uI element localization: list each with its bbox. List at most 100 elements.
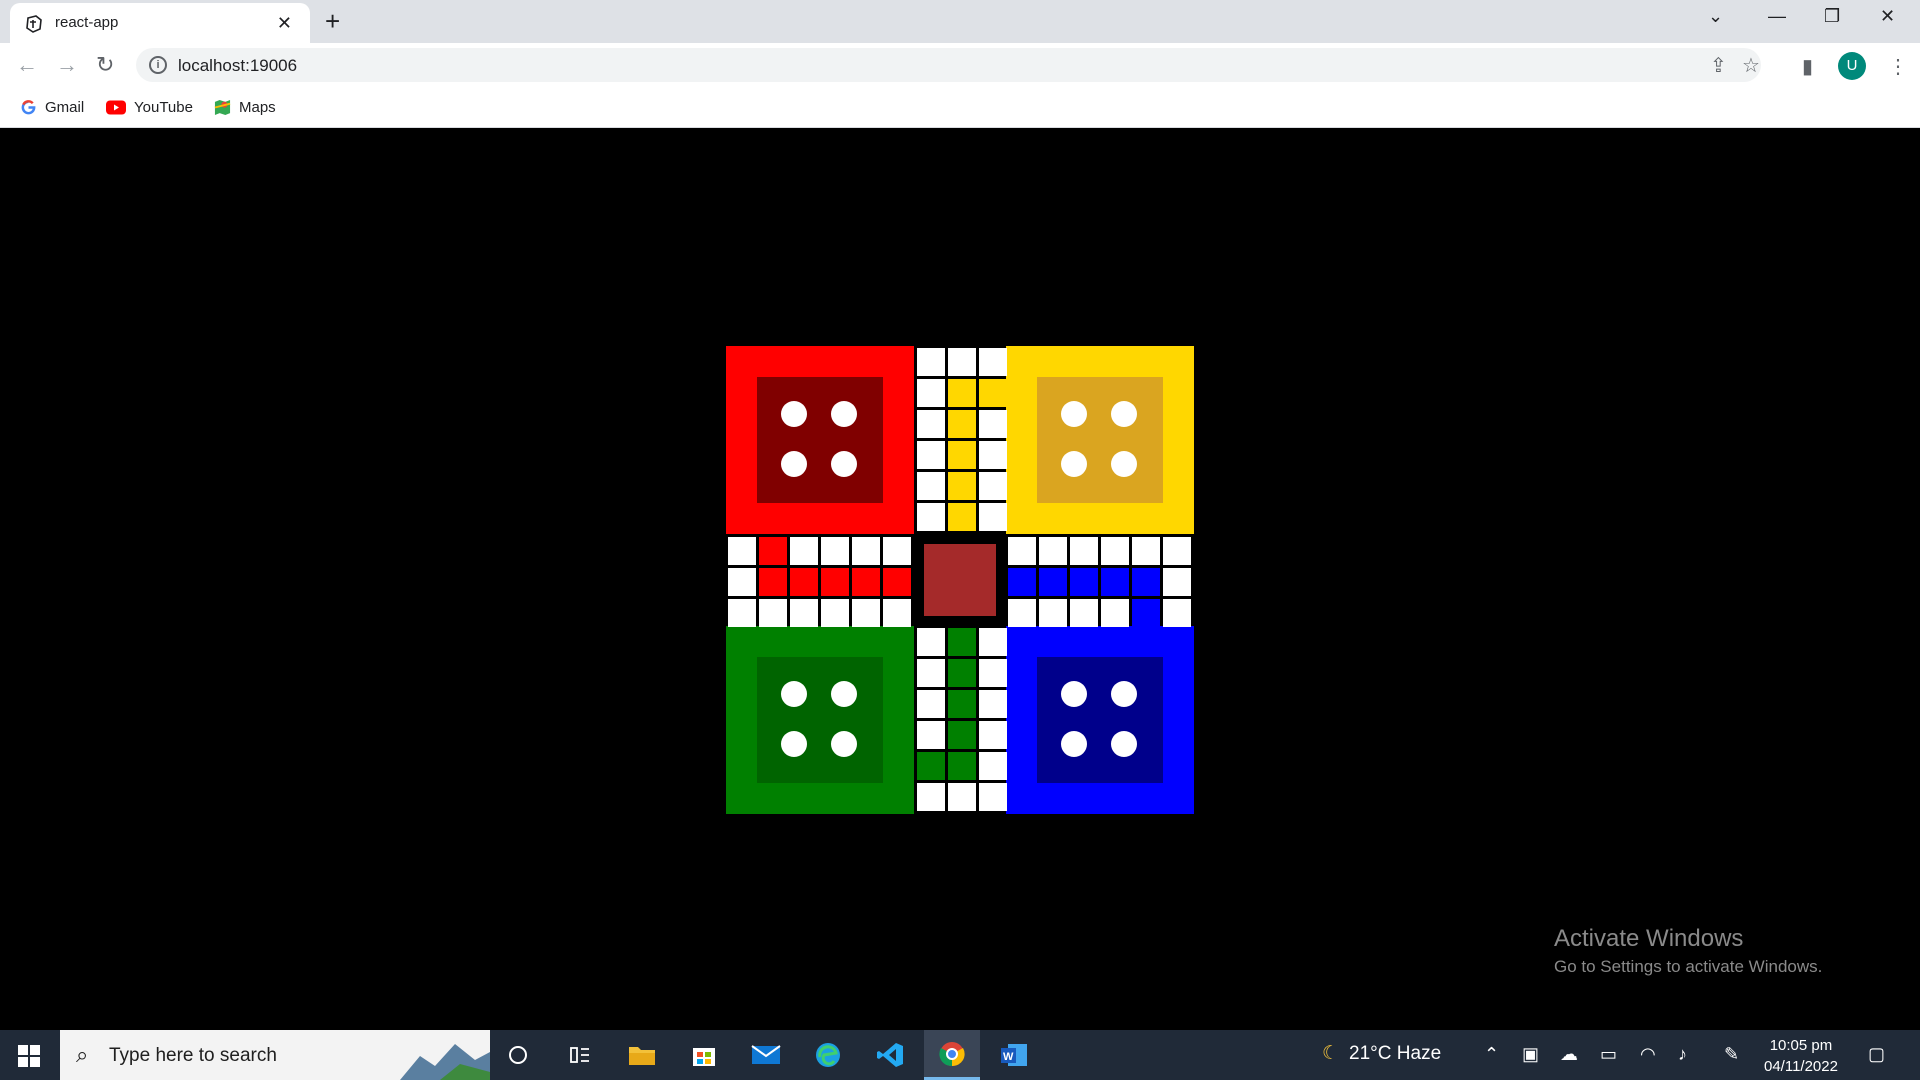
track-cell[interactable]: [979, 503, 1007, 531]
red-path-cell[interactable]: [759, 537, 787, 565]
yellow-path-cell[interactable]: [948, 441, 976, 469]
red-token[interactable]: [781, 451, 807, 477]
notifications-icon[interactable]: ▢: [1868, 1044, 1885, 1065]
green-token[interactable]: [831, 681, 857, 707]
volume-icon[interactable]: ♪: [1678, 1044, 1687, 1065]
edge-button[interactable]: [800, 1030, 856, 1080]
green-token[interactable]: [781, 681, 807, 707]
track-cell[interactable]: [917, 783, 945, 811]
track-cell[interactable]: [917, 410, 945, 438]
reload-button[interactable]: ↻: [96, 52, 114, 78]
track-cell[interactable]: [979, 472, 1007, 500]
red-token[interactable]: [781, 401, 807, 427]
forward-button[interactable]: →: [56, 52, 78, 78]
yellow-path-cell[interactable]: [979, 379, 1007, 407]
track-cell[interactable]: [979, 441, 1007, 469]
track-cell[interactable]: [1039, 599, 1067, 627]
track-cell[interactable]: [917, 690, 945, 718]
track-cell[interactable]: [948, 348, 976, 376]
share-icon[interactable]: ⇪: [1710, 53, 1727, 78]
bookmark-gmail[interactable]: Gmail: [20, 97, 84, 117]
green-path-cell[interactable]: [948, 690, 976, 718]
yellow-token[interactable]: [1111, 451, 1137, 477]
profile-avatar[interactable]: U: [1838, 52, 1866, 80]
track-cell[interactable]: [1039, 537, 1067, 565]
track-cell[interactable]: [852, 599, 880, 627]
address-bar[interactable]: i localhost:19006 ⇪ ☆: [136, 48, 1761, 82]
track-cell[interactable]: [1008, 599, 1036, 627]
green-token[interactable]: [831, 731, 857, 757]
track-cell[interactable]: [821, 537, 849, 565]
track-cell[interactable]: [979, 721, 1007, 749]
track-cell[interactable]: [917, 348, 945, 376]
track-cell[interactable]: [821, 599, 849, 627]
red-path-cell[interactable]: [852, 568, 880, 596]
track-cell[interactable]: [728, 537, 756, 565]
blue-path-cell[interactable]: [1132, 599, 1160, 627]
show-hidden-icons-chevron[interactable]: ⌃: [1484, 1044, 1499, 1065]
track-cell[interactable]: [852, 537, 880, 565]
track-cell[interactable]: [917, 721, 945, 749]
onedrive-cloud-icon[interactable]: ☁: [1560, 1044, 1578, 1065]
track-cell[interactable]: [1070, 537, 1098, 565]
track-cell[interactable]: [883, 537, 911, 565]
tab-react-app[interactable]: react-app ✕: [10, 3, 310, 43]
green-path-cell[interactable]: [917, 752, 945, 780]
system-clock[interactable]: 10:05 pm 04/11/2022: [1764, 1035, 1838, 1077]
track-cell[interactable]: [917, 472, 945, 500]
bookmark-star-icon[interactable]: ☆: [1742, 53, 1760, 78]
blue-path-cell[interactable]: [1039, 568, 1067, 596]
blue-path-cell[interactable]: [1101, 568, 1129, 596]
track-cell[interactable]: [1132, 537, 1160, 565]
red-token[interactable]: [831, 451, 857, 477]
close-window-button[interactable]: ✕: [1880, 6, 1895, 27]
yellow-token[interactable]: [1061, 451, 1087, 477]
red-path-cell[interactable]: [790, 568, 818, 596]
track-cell[interactable]: [1163, 568, 1191, 596]
bookmark-youtube[interactable]: YouTube: [106, 97, 193, 117]
blue-token[interactable]: [1061, 731, 1087, 757]
side-panel-icon[interactable]: ▮: [1802, 54, 1813, 79]
track-cell[interactable]: [728, 568, 756, 596]
yellow-token[interactable]: [1111, 401, 1137, 427]
track-cell[interactable]: [1101, 537, 1129, 565]
track-cell[interactable]: [917, 628, 945, 656]
wifi-icon[interactable]: ◠: [1640, 1044, 1656, 1065]
cortana-button[interactable]: [490, 1030, 546, 1080]
track-cell[interactable]: [917, 659, 945, 687]
meet-now-icon[interactable]: ▣: [1522, 1044, 1539, 1065]
green-path-cell[interactable]: [948, 628, 976, 656]
track-cell[interactable]: [728, 599, 756, 627]
track-cell[interactable]: [790, 599, 818, 627]
track-cell[interactable]: [883, 599, 911, 627]
track-cell[interactable]: [1008, 537, 1036, 565]
green-path-cell[interactable]: [948, 721, 976, 749]
chrome-button[interactable]: [924, 1030, 980, 1080]
menu-kebab-icon[interactable]: ⋮: [1888, 54, 1908, 79]
file-explorer-button[interactable]: [614, 1030, 670, 1080]
track-cell[interactable]: [917, 441, 945, 469]
track-cell[interactable]: [979, 783, 1007, 811]
track-cell[interactable]: [979, 659, 1007, 687]
yellow-path-cell[interactable]: [948, 503, 976, 531]
back-button[interactable]: ←: [16, 52, 38, 78]
track-cell[interactable]: [917, 379, 945, 407]
yellow-token[interactable]: [1061, 401, 1087, 427]
blue-path-cell[interactable]: [1070, 568, 1098, 596]
blue-path-cell[interactable]: [1132, 568, 1160, 596]
word-button[interactable]: W: [986, 1030, 1042, 1080]
track-cell[interactable]: [1070, 599, 1098, 627]
green-path-cell[interactable]: [948, 752, 976, 780]
track-cell[interactable]: [979, 752, 1007, 780]
new-tab-button[interactable]: +: [325, 8, 340, 34]
red-path-cell[interactable]: [821, 568, 849, 596]
track-cell[interactable]: [759, 599, 787, 627]
track-cell[interactable]: [790, 537, 818, 565]
close-tab-icon[interactable]: ✕: [277, 13, 292, 33]
red-path-cell[interactable]: [759, 568, 787, 596]
yellow-path-cell[interactable]: [948, 410, 976, 438]
weather-widget[interactable]: ☾ 21°C Haze: [1322, 1042, 1441, 1065]
minimize-button[interactable]: —: [1768, 6, 1786, 27]
track-cell[interactable]: [979, 410, 1007, 438]
track-cell[interactable]: [1163, 537, 1191, 565]
